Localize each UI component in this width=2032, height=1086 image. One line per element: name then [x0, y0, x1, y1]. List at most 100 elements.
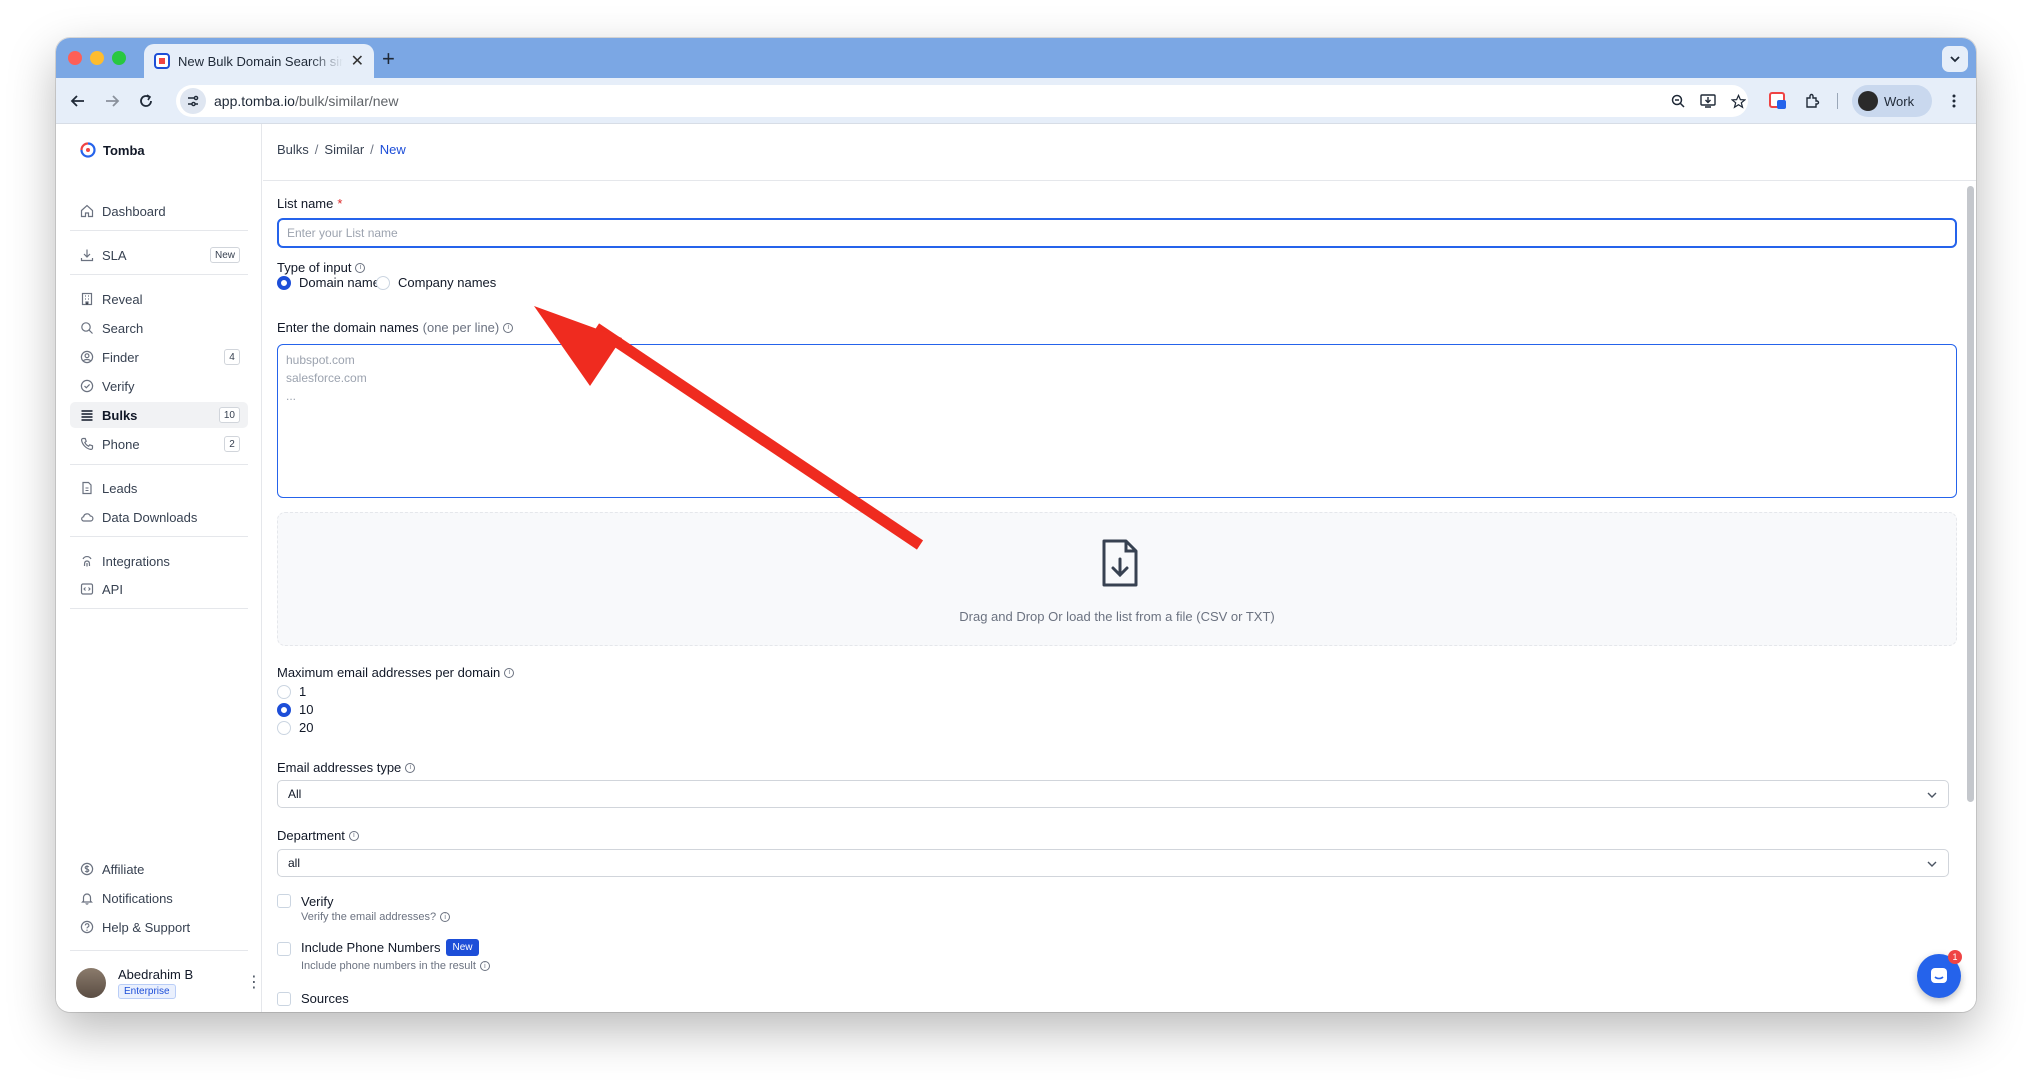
- sidebar-item-integrations[interactable]: Integrations: [70, 548, 248, 574]
- include-phone-label: Include Phone Numbers New: [301, 939, 479, 956]
- sidebar-item-label: Data Downloads: [102, 509, 198, 525]
- email-type-label: Email addresses type i: [277, 760, 416, 775]
- sidebar-item-label: Help & Support: [102, 919, 191, 935]
- sidebar-item-reveal[interactable]: Reveal: [70, 286, 248, 312]
- list-name-label: List name *: [277, 196, 343, 211]
- new-tab-button[interactable]: +: [382, 46, 395, 72]
- building-icon: [81, 292, 93, 306]
- new-badge: New: [209, 247, 240, 263]
- stack-icon: [81, 410, 93, 421]
- include-phone-checkbox[interactable]: [277, 942, 291, 956]
- sidebar-item-label: Finder: [102, 349, 139, 365]
- breadcrumb-item-similar[interactable]: Similar: [324, 142, 364, 157]
- sidebar-item-label: API: [102, 581, 123, 597]
- radio-button[interactable]: [277, 684, 291, 699]
- browser-tab[interactable]: New Bulk Domain Search similar ✕: [144, 44, 374, 78]
- help-icon: [80, 920, 94, 934]
- profile-avatar: [1858, 91, 1878, 111]
- dropzone-text: Drag and Drop Or load the list from a fi…: [959, 609, 1275, 624]
- radio-domain-names[interactable]: Domain names: [277, 275, 386, 290]
- zoom-window-button[interactable]: [112, 51, 126, 65]
- radio-max-20[interactable]: 20: [277, 720, 313, 735]
- breadcrumb: Bulks / Similar / New: [277, 142, 406, 157]
- app: Tomba Dashboard SLA New Reveal Search Fi…: [56, 124, 1976, 1012]
- cloud-icon: [81, 513, 94, 522]
- user-profile[interactable]: Abedrahim B Enterprise ⋮: [76, 966, 262, 1002]
- user-menu-kebab-icon[interactable]: ⋮: [246, 972, 262, 992]
- sidebar-item-sla[interactable]: SLA New: [70, 242, 248, 268]
- sidebar-item-finder[interactable]: Finder 4: [70, 344, 248, 370]
- site-info-icon[interactable]: [180, 88, 206, 114]
- sidebar-item-leads[interactable]: Leads: [70, 475, 248, 501]
- sidebar-item-label: Leads: [102, 480, 138, 496]
- radio-button[interactable]: [376, 275, 390, 290]
- radio-label: 10: [299, 702, 314, 717]
- radio-button[interactable]: [277, 702, 291, 717]
- address-bar[interactable]: app.tomba.io/bulk/similar/new: [176, 85, 1748, 117]
- radio-company-names[interactable]: Company names: [376, 275, 496, 290]
- back-button[interactable]: [66, 89, 90, 113]
- zoom-icon[interactable]: [1666, 89, 1690, 113]
- sidebar-item-verify[interactable]: Verify: [70, 373, 248, 399]
- sidebar-item-affiliate[interactable]: Affiliate: [70, 856, 248, 882]
- main-content: Bulks / Similar / New List name* Type of…: [263, 124, 1976, 1012]
- sources-label: Sources: [301, 991, 349, 1006]
- browser-menu-button[interactable]: [1942, 89, 1966, 113]
- sidebar-divider: [70, 464, 248, 465]
- radio-max-1[interactable]: 1: [277, 684, 306, 699]
- sidebar-item-data-downloads[interactable]: Data Downloads: [70, 504, 248, 530]
- radio-label: Domain names: [299, 275, 387, 290]
- brand-logo[interactable]: Tomba: [80, 142, 145, 158]
- forward-button[interactable]: [100, 89, 124, 113]
- sidebar-item-help-support[interactable]: Help & Support: [70, 914, 248, 940]
- install-app-icon[interactable]: [1696, 89, 1720, 113]
- list-name-input[interactable]: [277, 218, 1957, 248]
- tab-close-icon[interactable]: ✕: [351, 51, 364, 71]
- radio-button[interactable]: [277, 275, 291, 290]
- breadcrumb-item-bulks[interactable]: Bulks: [277, 142, 309, 157]
- close-window-button[interactable]: [68, 51, 82, 65]
- bookmark-star-icon[interactable]: [1726, 89, 1750, 113]
- profile-button[interactable]: Work: [1852, 85, 1932, 117]
- minimize-window-button[interactable]: [90, 51, 104, 65]
- extensions-puzzle-icon[interactable]: [1800, 89, 1824, 113]
- reload-button[interactable]: [134, 89, 158, 113]
- sidebar-divider: [70, 274, 248, 275]
- chevron-down-icon: [1927, 861, 1937, 867]
- tab-search-button[interactable]: [1942, 46, 1968, 72]
- sidebar-item-bulks[interactable]: Bulks 10: [70, 402, 248, 428]
- radio-max-10[interactable]: 10: [277, 702, 313, 717]
- sidebar-divider: [70, 536, 248, 537]
- sidebar-item-phone[interactable]: Phone 2: [70, 431, 248, 457]
- sidebar: Tomba Dashboard SLA New Reveal Search Fi…: [56, 124, 262, 1012]
- file-icon: [82, 481, 92, 495]
- email-type-select[interactable]: All: [277, 780, 1949, 808]
- verify-label: Verify: [301, 894, 334, 909]
- sidebar-item-api[interactable]: API: [70, 576, 248, 602]
- code-icon: [80, 583, 94, 595]
- verify-checkbox[interactable]: [277, 894, 291, 908]
- url-text: app.tomba.io/bulk/similar/new: [214, 93, 399, 109]
- dollar-icon: [80, 862, 94, 876]
- info-icon: i: [503, 322, 514, 333]
- sidebar-divider: [70, 608, 248, 609]
- sidebar-item-label: Search: [102, 320, 144, 336]
- sidebar-item-dashboard[interactable]: Dashboard: [70, 198, 248, 224]
- sources-checkbox[interactable]: [277, 992, 291, 1006]
- home-icon: [80, 204, 94, 218]
- sidebar-divider: [70, 950, 248, 951]
- sidebar-item-label: Phone: [102, 436, 140, 452]
- page-scrollbar[interactable]: [1967, 186, 1974, 802]
- sidebar-item-notifications[interactable]: Notifications: [70, 885, 248, 911]
- radio-button[interactable]: [277, 720, 291, 735]
- header-divider: [263, 180, 1976, 181]
- sidebar-item-label: Integrations: [102, 553, 170, 569]
- sidebar-item-label: Notifications: [102, 890, 173, 906]
- domain-names-textarea[interactable]: [277, 344, 1957, 498]
- sidebar-item-search[interactable]: Search: [70, 315, 248, 341]
- file-dropzone[interactable]: Drag and Drop Or load the list from a fi…: [277, 512, 1957, 646]
- tomba-extension-icon[interactable]: [1766, 89, 1790, 113]
- department-select[interactable]: all: [277, 849, 1949, 877]
- chevron-down-icon: [1927, 792, 1937, 798]
- include-phone-description: Include phone numbers in the result i: [301, 960, 490, 972]
